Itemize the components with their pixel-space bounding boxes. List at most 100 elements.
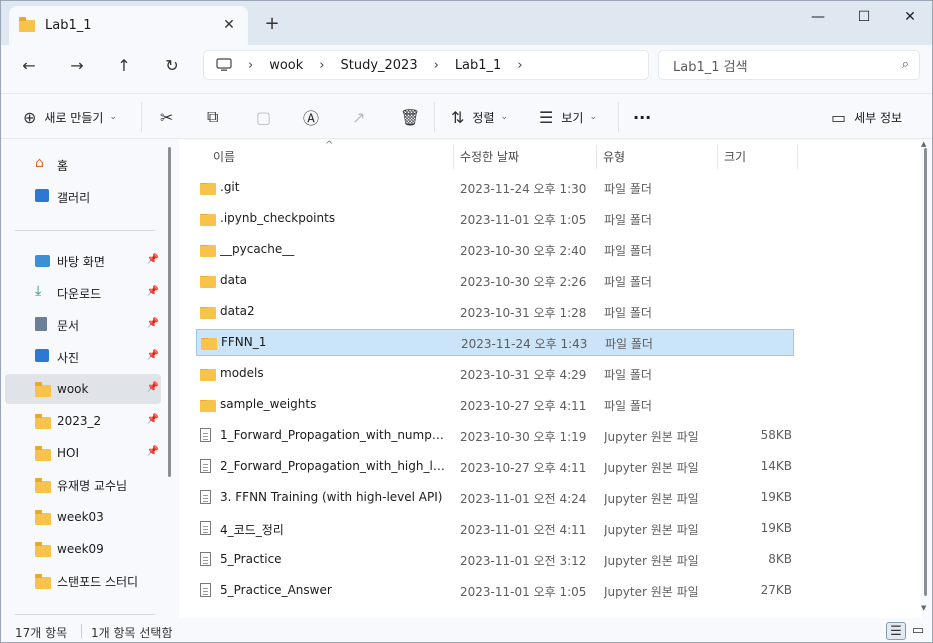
file-type: Jupyter 원본 파일 — [604, 492, 699, 506]
more-options-button[interactable]: ··· — [633, 106, 651, 128]
breadcrumb-wook[interactable]: wook — [269, 58, 303, 73]
sidebar-item-week03[interactable]: week03 — [5, 502, 161, 532]
notebook-file-icon — [200, 552, 211, 566]
file-date: 2023-10-30 오후 2:40 — [460, 244, 587, 258]
table-row[interactable]: 5_Practice 2023-11-01 오전 3:12 Jupyter 원본… — [196, 546, 794, 573]
file-date: 2023-10-27 오후 4:11 — [460, 399, 587, 413]
column-header-size[interactable]: 크기 — [724, 148, 746, 165]
notebook-file-icon — [200, 459, 211, 473]
copy-button[interactable]: ⧉ — [207, 106, 226, 128]
refresh-button[interactable]: ↻ — [159, 54, 185, 78]
plus-circle-icon: ⊕ — [23, 107, 37, 127]
details-view-button[interactable]: ☰ — [886, 622, 906, 640]
rename-icon: Ⓐ — [303, 109, 320, 128]
sidebar-item-gallery[interactable]: 갤러리 — [5, 182, 161, 212]
column-divider[interactable] — [453, 145, 454, 169]
paste-button[interactable]: ▢ — [256, 106, 279, 128]
column-divider[interactable] — [797, 145, 798, 169]
file-type: Jupyter 원본 파일 — [604, 554, 699, 568]
share-icon: ↗ — [352, 107, 366, 127]
table-row[interactable]: .git 2023-11-24 오후 1:30 파일 폴더 — [196, 174, 794, 201]
sidebar-item-stanford-study[interactable]: 스탠포드 스터디 — [5, 566, 161, 596]
search-icon: ⌕ — [901, 57, 909, 72]
up-button[interactable]: ↑ — [111, 54, 137, 78]
forward-button[interactable]: → — [64, 54, 90, 78]
file-list-scrollbar[interactable] — [924, 148, 927, 596]
sidebar-item-label: 바탕 화면 — [57, 254, 105, 269]
pin-icon[interactable]: 📌 — [147, 286, 159, 297]
table-row-selected[interactable]: FFNN_1 2023-11-24 오후 1:43 파일 폴더 — [196, 329, 794, 356]
file-name: data2 — [220, 304, 255, 318]
close-window-button[interactable]: ✕ — [887, 7, 932, 27]
table-row[interactable]: 4_코드_정리 2023-11-01 오전 4:11 Jupyter 원본 파일… — [196, 515, 794, 542]
pin-icon[interactable]: 📌 — [147, 446, 159, 457]
sidebar-item-professor[interactable]: 유재명 교수님 — [5, 470, 161, 500]
column-header-type[interactable]: 유형 — [603, 148, 625, 165]
sidebar-item-home[interactable]: ⌂ 홈 — [5, 150, 161, 180]
cut-button[interactable]: ✂ — [160, 106, 181, 128]
file-date: 2023-10-30 오후 1:19 — [460, 430, 587, 444]
table-row[interactable]: 3. FFNN Training (with high-level API) 2… — [196, 484, 794, 511]
view-button[interactable]: ☰ 보기 ⌄ — [539, 106, 597, 128]
file-type: 파일 폴더 — [604, 275, 652, 289]
sidebar-item-downloads[interactable]: ⤓ 다운로드 📌 — [5, 278, 161, 308]
scroll-up-arrow-icon[interactable]: ▲ — [921, 140, 926, 148]
delete-button[interactable]: 🗑 — [400, 106, 428, 128]
details-pane-button[interactable]: ▭ 세부 정보 — [831, 106, 902, 128]
breadcrumb-separator[interactable]: › — [517, 58, 522, 73]
table-row[interactable]: .ipynb_checkpoints 2023-11-01 오후 1:05 파일… — [196, 205, 794, 232]
table-row[interactable]: data 2023-10-30 오후 2:26 파일 폴더 — [196, 267, 794, 294]
pin-icon[interactable]: 📌 — [147, 254, 159, 265]
sidebar-item-hoi[interactable]: HOI 📌 — [5, 438, 161, 468]
item-count: 17개 항목 — [15, 626, 68, 640]
breadcrumb-study-2023[interactable]: Study_2023 — [340, 58, 417, 73]
file-name: 5_Practice_Answer — [220, 583, 332, 597]
tiles-view-button[interactable]: ▭ — [908, 622, 928, 640]
sort-button[interactable]: ⇅ 정렬 ⌄ — [451, 106, 508, 128]
file-size: 8KB — [768, 552, 792, 566]
table-row[interactable]: data2 2023-10-31 오후 1:28 파일 폴더 — [196, 298, 794, 325]
minimize-button[interactable]: — — [795, 7, 841, 27]
notebook-file-icon — [200, 428, 211, 442]
tab-close-icon[interactable]: ✕ — [220, 16, 238, 34]
sidebar-item-pictures[interactable]: 사진 📌 — [5, 342, 161, 372]
selection-count: 1개 항목 선택함 — [91, 626, 173, 640]
back-button[interactable]: ← — [16, 54, 42, 78]
file-size: 19KB — [760, 521, 792, 535]
pin-icon[interactable]: 📌 — [147, 350, 159, 361]
pin-icon[interactable]: 📌 — [147, 414, 159, 425]
sidebar-item-desktop[interactable]: 바탕 화면 📌 — [5, 246, 161, 276]
pin-icon[interactable]: 📌 — [147, 382, 159, 393]
table-row[interactable]: sample_weights 2023-10-27 오후 4:11 파일 폴더 — [196, 391, 794, 418]
column-header-name[interactable]: 이름 — [213, 148, 235, 165]
table-row[interactable]: __pycache__ 2023-10-30 오후 2:40 파일 폴더 — [196, 236, 794, 263]
tab-lab1-1[interactable]: Lab1_1 ✕ — [9, 6, 248, 45]
scroll-down-arrow-icon[interactable]: ▼ — [921, 604, 926, 612]
new-button[interactable]: ⊕ 새로 만들기 ⌄ — [23, 106, 117, 128]
sidebar-item-week09[interactable]: week09 — [5, 534, 161, 564]
rename-button[interactable]: Ⓐ — [303, 106, 327, 128]
column-header-date[interactable]: 수정한 날짜 — [460, 148, 519, 165]
table-row[interactable]: models 2023-10-31 오후 4:29 파일 폴더 — [196, 360, 794, 387]
share-button[interactable]: ↗ — [352, 106, 373, 128]
sidebar-item-documents[interactable]: 문서 📌 — [5, 310, 161, 340]
search-input[interactable]: Lab1_1 검색 ⌕ — [658, 50, 920, 80]
column-divider[interactable] — [717, 145, 718, 169]
notebook-file-icon — [200, 490, 211, 504]
file-name: 5_Practice — [220, 552, 282, 566]
address-bar[interactable]: › wook › Study_2023 › Lab1_1 › — [203, 50, 649, 80]
folder-icon — [200, 369, 216, 381]
folder-icon — [200, 400, 216, 412]
maximize-button[interactable]: ☐ — [841, 7, 887, 27]
sidebar-scrollbar[interactable] — [168, 147, 171, 477]
breadcrumb-lab1-1[interactable]: Lab1_1 — [455, 58, 502, 73]
column-divider[interactable] — [596, 145, 597, 169]
new-button-label: 새로 만들기 — [44, 110, 104, 125]
pin-icon[interactable]: 📌 — [147, 318, 159, 329]
new-tab-button[interactable]: + — [261, 14, 283, 36]
table-row[interactable]: 1_Forward_Propagation_with_numpy (wi... … — [196, 422, 794, 449]
sidebar-item-wook[interactable]: wook 📌 — [5, 374, 161, 404]
table-row[interactable]: 2_Forward_Propagation_with_high_level_..… — [196, 453, 794, 480]
sidebar-item-2023-2[interactable]: 2023_2 📌 — [5, 406, 161, 436]
table-row[interactable]: 5_Practice_Answer 2023-11-01 오후 1:05 Jup… — [196, 577, 794, 604]
